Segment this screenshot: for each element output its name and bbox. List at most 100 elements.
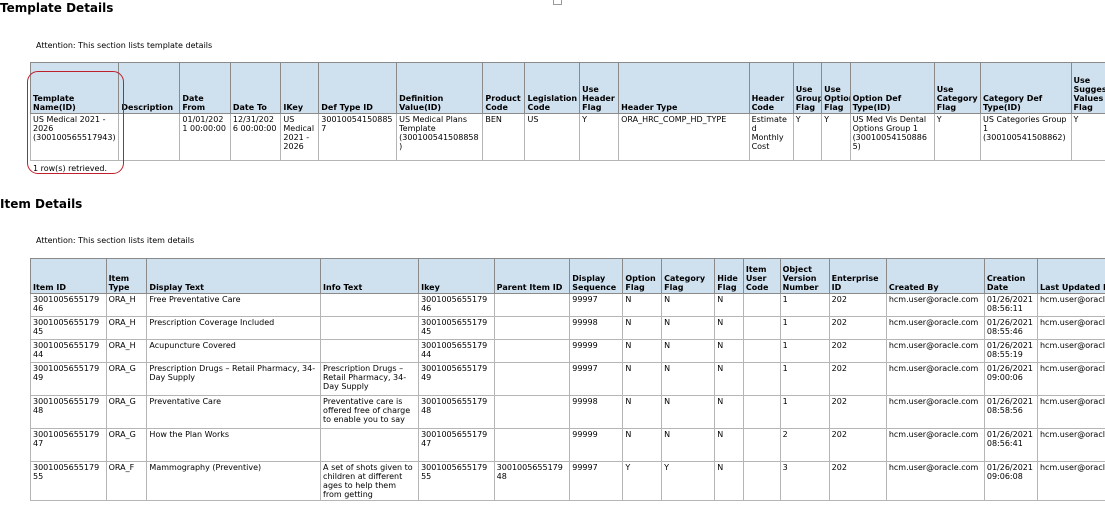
template-column-header: Use Suggested Values Flag bbox=[1070, 62, 1105, 114]
item-table-cell: hcm.user@oracle.co bbox=[1036, 316, 1105, 340]
template-table-cell: BEN bbox=[482, 113, 526, 161]
item-table-cell bbox=[320, 316, 420, 340]
item-table-cell bbox=[742, 339, 781, 363]
item-table-cell: N bbox=[661, 395, 716, 429]
item-table-cell: N bbox=[622, 362, 663, 396]
template-table-cell: 01/01/2021 00:00:00 bbox=[179, 113, 231, 161]
item-column-header: Last Updated By bbox=[1036, 258, 1105, 294]
item-table-cell: N bbox=[661, 316, 716, 340]
template-column-header: IKey bbox=[280, 62, 320, 114]
item-table-cell: hcm.user@oracle.co bbox=[1036, 461, 1105, 501]
item-column-header: Parent Item ID bbox=[493, 258, 571, 294]
item-table-cell: 202 bbox=[828, 339, 887, 363]
item-column-header: Item ID bbox=[30, 258, 107, 294]
item-table-row[interactable]: 300100565517945 ORA_H Prescription Coverag… bbox=[30, 316, 1105, 340]
template-table-cell: ORA_HRC_COMP_HD_TYPE bbox=[618, 113, 750, 161]
item-table-cell bbox=[320, 339, 420, 363]
item-table-cell bbox=[493, 293, 571, 317]
item-table-cell: Free Preventative Care bbox=[146, 293, 322, 317]
item-table-cell bbox=[742, 395, 781, 429]
template-table-cell: US Categories Group 1 (300100541508862) bbox=[980, 113, 1072, 161]
item-table-cell: 01/26/2021 09:00:06 bbox=[983, 362, 1038, 396]
item-table-cell: hcm.user@oracle.com bbox=[885, 362, 985, 396]
item-table-cell: 99998 bbox=[569, 395, 624, 429]
item-table-cell: N bbox=[714, 428, 744, 462]
item-table-cell: 300100565517946 bbox=[418, 293, 495, 317]
item-table-cell: 99997 bbox=[569, 461, 624, 501]
template-column-header: Product Code bbox=[482, 62, 526, 114]
item-table-cell: 300100565517948 bbox=[493, 461, 571, 501]
item-table-cell: Acupuncture Covered bbox=[146, 339, 322, 363]
item-table-cell: 300100565517947 bbox=[30, 428, 107, 462]
item-table-cell: ORA_G bbox=[105, 362, 148, 396]
item-table-cell: 300100565517955 bbox=[418, 461, 495, 501]
item-table-cell: Prescription Drugs – Retail Pharmacy, 34… bbox=[146, 362, 322, 396]
template-column-header: Def Type ID bbox=[318, 62, 398, 114]
item-table-cell: 300100565517947 bbox=[418, 428, 495, 462]
item-table-cell: hcm.user@oracle.com bbox=[885, 428, 985, 462]
item-table-row[interactable]: 300100565517948 ORA_G Preventative Care Pre… bbox=[30, 395, 1105, 429]
template-table-row[interactable]: US Medical 2021 - 2026 (300100565517943)… bbox=[29, 113, 1105, 161]
template-column-header: Template Name(ID) bbox=[29, 62, 120, 114]
template-table-cell: 12/31/2026 00:00:00 bbox=[229, 113, 282, 161]
item-table-cell: N bbox=[622, 316, 663, 340]
item-table-cell: Prescription Coverage Included bbox=[146, 316, 322, 340]
item-table-cell bbox=[493, 395, 571, 429]
item-table-cell: 202 bbox=[828, 362, 887, 396]
item-table-row[interactable]: 300100565517944 ORA_H Acupuncture Covered 3… bbox=[30, 339, 1105, 363]
item-table-cell: hcm.user@oracle.com bbox=[885, 395, 985, 429]
item-column-header: Enterprise ID bbox=[828, 258, 887, 294]
item-table-cell: N bbox=[622, 293, 663, 317]
item-table-cell: ORA_H bbox=[105, 316, 148, 340]
item-details-table: Item ID Item Type Display Text Info Text Ike… bbox=[30, 258, 1105, 501]
item-table-row[interactable]: 300100565517946 ORA_H Free Preventative Ca… bbox=[30, 293, 1105, 317]
item-table-cell: How the Plan Works bbox=[146, 428, 322, 462]
item-attention-text: Attention: This section lists item detai… bbox=[36, 236, 195, 245]
item-table-cell: 300100565517948 bbox=[30, 395, 107, 429]
item-header-row: Item ID Item Type Display Text Info Text Ike… bbox=[30, 258, 1105, 294]
item-table-row[interactable]: 300100565517947 ORA_G How the Plan Works 30… bbox=[30, 428, 1105, 462]
item-table-cell: hcm.user@oracle.com bbox=[885, 316, 985, 340]
item-table-cell: 300100565517949 bbox=[30, 362, 107, 396]
item-table-cell: 1 bbox=[779, 395, 830, 429]
item-table-row[interactable]: 300100565517949 ORA_G Prescription Drugs –… bbox=[30, 362, 1105, 396]
item-column-header: Hide Flag bbox=[714, 258, 744, 294]
item-table-cell: Preventative care is offered free of cha… bbox=[320, 395, 420, 429]
template-table-cell bbox=[118, 113, 181, 161]
item-table-cell bbox=[493, 339, 571, 363]
item-column-header: Object Version Number bbox=[779, 258, 830, 294]
item-column-header: Info Text bbox=[320, 258, 420, 294]
item-table-cell: 99999 bbox=[569, 428, 624, 462]
item-table-cell: ORA_G bbox=[105, 395, 148, 429]
scroll-marker-icon bbox=[553, 0, 562, 5]
item-table-cell: ORA_G bbox=[105, 428, 148, 462]
item-table-cell: N bbox=[714, 316, 744, 340]
template-table-cell: US bbox=[524, 113, 581, 161]
template-column-header: Option Def Type(ID) bbox=[849, 62, 935, 114]
item-table-cell: 2 bbox=[779, 428, 830, 462]
item-column-header: Item User Code bbox=[742, 258, 781, 294]
template-column-header: Definition Value(ID) bbox=[396, 62, 484, 114]
item-table-cell: N bbox=[714, 461, 744, 501]
template-column-header: Header Type bbox=[618, 62, 750, 114]
item-table-cell: hcm.user@oracle.co bbox=[1036, 293, 1105, 317]
item-details-title: Item Details bbox=[0, 197, 83, 211]
item-column-header: Display Sequence bbox=[569, 258, 624, 294]
template-column-header: Date From bbox=[179, 62, 231, 114]
item-table-cell: N bbox=[661, 362, 716, 396]
item-table-cell: 202 bbox=[828, 316, 887, 340]
item-table-cell: 99998 bbox=[569, 316, 624, 340]
item-table-cell: Prescription Drugs – Retail Pharmacy, 34… bbox=[320, 362, 420, 396]
item-table-cell: N bbox=[714, 395, 744, 429]
item-table-cell: 300100565517946 bbox=[30, 293, 107, 317]
template-column-header: Date To bbox=[229, 62, 282, 114]
item-table-cell: 202 bbox=[828, 293, 887, 317]
item-table-row[interactable]: 300100565517955 ORA_F Mammography (Prevent… bbox=[30, 461, 1105, 501]
item-table-cell bbox=[320, 293, 420, 317]
item-table-cell: hcm.user@oracle.com bbox=[885, 339, 985, 363]
template-table-cell: Y bbox=[792, 113, 823, 161]
item-table-cell: hcm.user@oracle.co bbox=[1036, 428, 1105, 462]
item-table-cell: hcm.user@oracle.com bbox=[885, 293, 985, 317]
template-table-cell: US Medical Plans Template (3001005415088… bbox=[396, 113, 484, 161]
item-table-cell: hcm.user@oracle.co bbox=[1036, 362, 1105, 396]
